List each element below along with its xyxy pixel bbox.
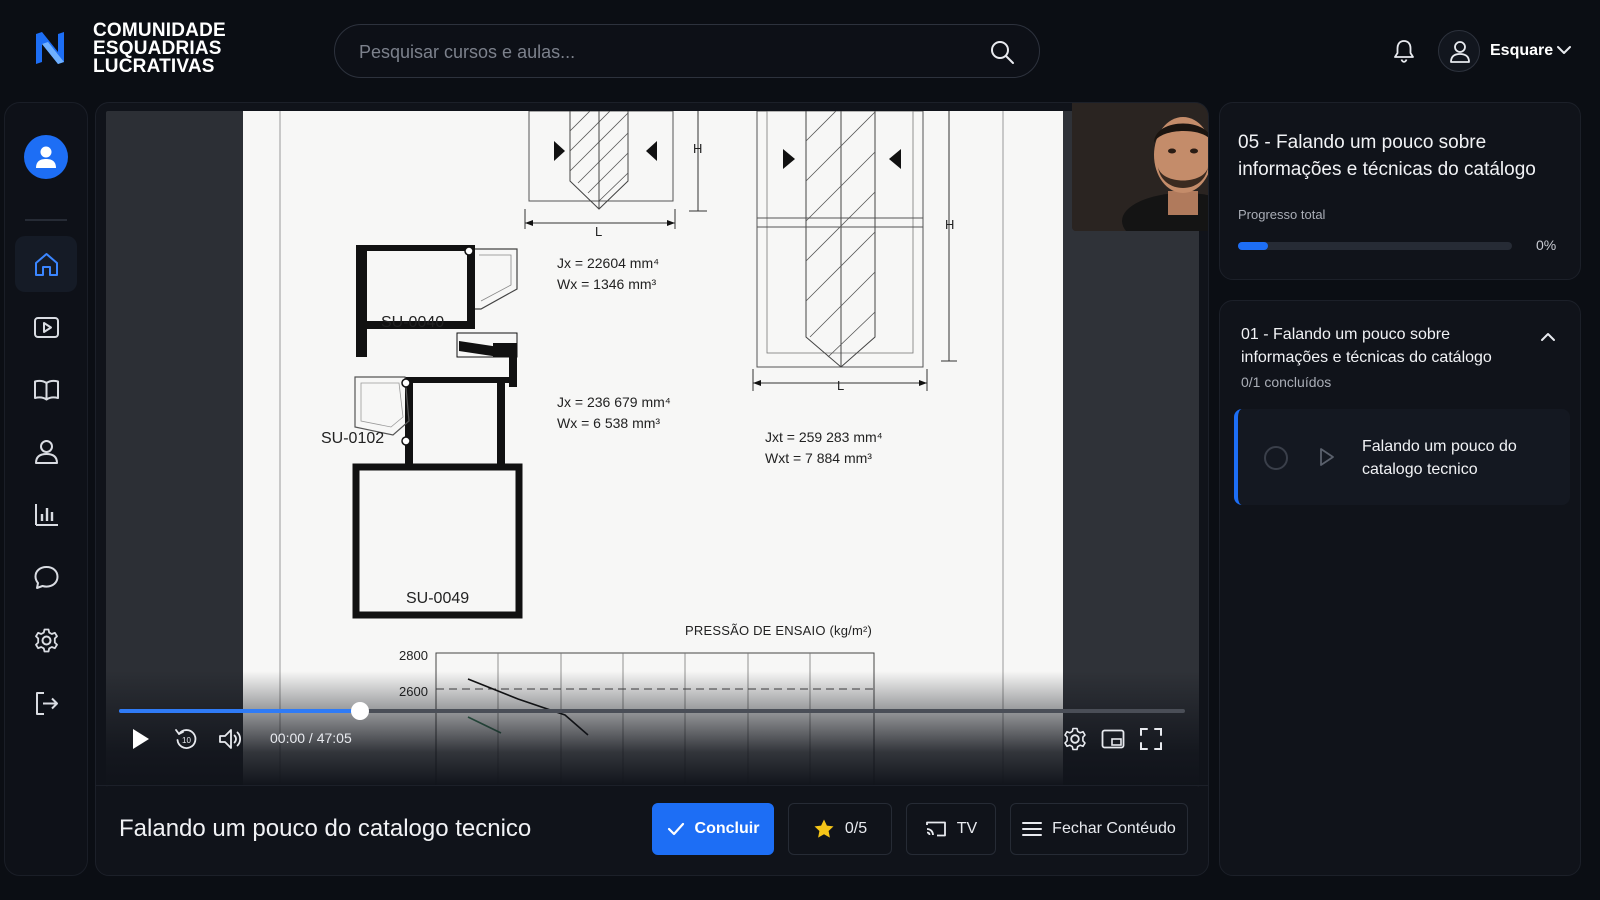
chart-heading: PRESSÃO DE ENSAIO (kg/m²) xyxy=(685,623,873,638)
course-progress-card: 05 - Falando um pouco sobre informações … xyxy=(1219,102,1581,280)
fullscreen-icon[interactable] xyxy=(1138,726,1164,752)
sidebar-item-chat[interactable] xyxy=(15,549,77,605)
profile-label: SU-0040 xyxy=(381,314,445,331)
modulus-value: Wxt = 7 884 mm³ xyxy=(765,450,872,466)
video-seek-bar[interactable] xyxy=(119,702,1185,720)
chevron-down-icon[interactable] xyxy=(1557,45,1571,55)
sidebar-item-home[interactable] xyxy=(15,236,77,292)
dimension-label: L xyxy=(595,224,603,239)
course-progress-bar xyxy=(1238,242,1512,250)
volume-icon[interactable] xyxy=(217,726,243,752)
dimension-label: L xyxy=(837,378,845,393)
cast-tv-label: TV xyxy=(956,820,978,837)
chat-bubble-icon xyxy=(34,566,59,589)
menu-icon xyxy=(1022,822,1043,836)
chart-tick-label: 2800 xyxy=(399,648,428,663)
instructor-image xyxy=(1072,103,1208,231)
user-name[interactable]: Esquare xyxy=(1490,42,1553,60)
sidebar-item-logout[interactable] xyxy=(15,675,77,731)
lesson-title: Falando um pouco do catalogo tecnico xyxy=(119,815,532,842)
lesson-item-title: Falando um pouco do catalogo tecnico xyxy=(1362,438,1517,478)
home-icon xyxy=(35,253,58,276)
sidebar-item-stats[interactable] xyxy=(15,486,77,542)
play-icon xyxy=(1320,448,1334,466)
inertia-value: Jxt = 259 283 mm⁴ xyxy=(765,429,883,445)
close-content-label: Fechar Contéudo xyxy=(1052,820,1176,837)
dimension-label: H xyxy=(693,141,703,156)
user-icon xyxy=(36,146,56,168)
progress-percent: 0% xyxy=(1536,237,1557,253)
controls-gradient xyxy=(106,671,1199,787)
picture-in-picture-icon[interactable] xyxy=(1100,726,1126,752)
video-player-card: SU-0040 SU-0102 SU-0049 Jx = 22604 mm⁴ W… xyxy=(95,102,1209,876)
notification-bell-icon[interactable] xyxy=(1392,38,1416,64)
lesson-status-circle[interactable] xyxy=(1264,446,1288,470)
sidebar-item-videos[interactable] xyxy=(15,299,77,355)
rewind-10-icon[interactable]: 10 xyxy=(173,726,199,752)
brand-line: LUCRATIVAS xyxy=(93,56,215,77)
cast-tv-button[interactable]: TV xyxy=(906,803,996,855)
module-completion-count: 0/1 concluídos xyxy=(1241,374,1332,390)
modulus-value: Wx = 6 538 mm³ xyxy=(557,415,661,431)
sidebar-divider xyxy=(25,219,67,221)
gear-icon xyxy=(35,628,58,653)
inertia-value: Jx = 236 679 mm⁴ xyxy=(557,394,671,410)
module-card: 01 - Falando um pouco sobre informações … xyxy=(1219,300,1581,876)
profile-label: SU-0049 xyxy=(406,590,470,607)
bar-chart-icon xyxy=(35,504,58,526)
sidebar-item-profile[interactable] xyxy=(15,423,77,479)
play-icon[interactable] xyxy=(127,726,153,752)
sidebar-item-settings[interactable] xyxy=(15,612,77,668)
dimension-label: H xyxy=(945,217,955,232)
player-divider xyxy=(96,785,1208,786)
rating-value: 0/5 xyxy=(844,820,868,837)
search-icon[interactable] xyxy=(989,39,1015,65)
brand-logo-icon[interactable] xyxy=(34,30,66,66)
search-input[interactable] xyxy=(359,39,959,65)
modulus-value: Wx = 1346 mm³ xyxy=(557,276,657,292)
top-header: COMUNIDADE ESQUADRIAS LUCRATIVAS Esquare xyxy=(0,0,1600,100)
play-video-icon xyxy=(34,317,59,338)
instructor-webcam xyxy=(1072,103,1208,231)
user-icon xyxy=(1450,41,1470,63)
lesson-list-item[interactable]: Falando um pouco do catalogo tecnico xyxy=(1234,409,1570,505)
video-seek-handle[interactable] xyxy=(350,702,369,720)
svg-text:10: 10 xyxy=(182,736,191,745)
gear-icon[interactable] xyxy=(1062,726,1088,752)
close-content-button[interactable]: Fechar Contéudo xyxy=(1010,803,1188,855)
profile-label: SU-0102 xyxy=(321,430,385,447)
module-title: 01 - Falando um pouco sobre informações … xyxy=(1241,326,1492,366)
user-avatar[interactable] xyxy=(1438,30,1480,72)
user-icon xyxy=(35,440,58,464)
chevron-up-icon[interactable] xyxy=(1540,331,1556,343)
brand-name[interactable]: COMUNIDADE ESQUADRIAS LUCRATIVAS xyxy=(93,21,226,77)
logout-icon xyxy=(36,692,58,715)
course-progress-fill xyxy=(1238,242,1269,250)
check-icon xyxy=(667,822,684,836)
star-icon xyxy=(814,819,834,838)
sidebar-avatar[interactable] xyxy=(24,135,68,179)
inertia-value: Jx = 22604 mm⁴ xyxy=(557,255,660,271)
progress-label: Progresso total xyxy=(1238,207,1326,222)
complete-button-label: Concluir xyxy=(694,820,760,837)
sidebar-item-library[interactable] xyxy=(15,361,77,417)
video-seek-progress xyxy=(119,709,360,713)
cast-icon xyxy=(925,821,946,837)
book-icon xyxy=(34,379,59,401)
search-bar xyxy=(334,24,1040,78)
video-frame[interactable]: SU-0040 SU-0102 SU-0049 Jx = 22604 mm⁴ W… xyxy=(106,111,1199,787)
course-title: 05 - Falando um pouco sobre informações … xyxy=(1238,132,1536,180)
video-time-display: 00:00 / 47:05 xyxy=(270,730,352,746)
complete-button[interactable]: Concluir xyxy=(652,803,774,855)
sidebar xyxy=(4,102,88,876)
rating-button[interactable]: 0/5 xyxy=(788,803,892,855)
